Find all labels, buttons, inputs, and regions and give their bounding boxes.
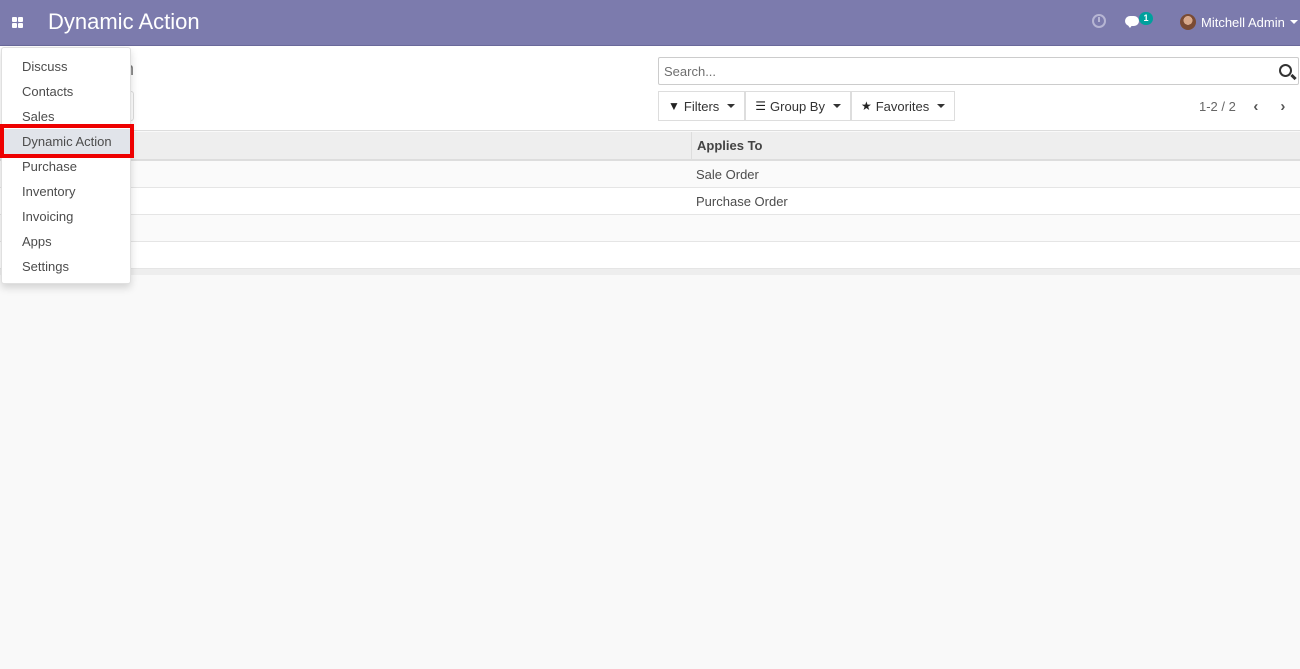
table-row xyxy=(0,242,1300,269)
table-row xyxy=(0,215,1300,242)
caret-down-icon xyxy=(727,104,736,108)
clock-icon[interactable] xyxy=(1092,14,1106,28)
chat-icon[interactable] xyxy=(1125,16,1139,28)
star-icon: ★ xyxy=(860,99,872,113)
search-icon[interactable] xyxy=(1279,64,1292,77)
applies-to-cell: Purchase Order xyxy=(696,194,788,209)
filters-button[interactable]: ▼ Filters xyxy=(658,91,746,121)
caret-down-icon xyxy=(832,104,841,108)
menu-item-inventory[interactable]: Inventory xyxy=(2,179,130,204)
column-header-applies-to[interactable]: Applies To xyxy=(697,132,762,160)
search-input[interactable] xyxy=(659,58,1259,84)
pager: 1-2 / 2 ‹ › xyxy=(1199,98,1290,115)
caret-down-icon xyxy=(937,104,946,108)
apps-grid-icon xyxy=(11,16,23,28)
chevron-down-icon xyxy=(1290,20,1298,24)
favorites-button[interactable]: ★ Favorites xyxy=(850,91,956,121)
filter-icon: ▼ xyxy=(668,99,680,113)
table-footer xyxy=(0,269,1300,275)
applies-to-cell: Sale Order xyxy=(696,167,759,182)
column-divider xyxy=(691,132,692,160)
menu-item-dynamic-action[interactable]: Dynamic Action xyxy=(2,129,130,154)
apps-dropdown-menu: Discuss Contacts Sales Dynamic Action Pu… xyxy=(1,47,131,284)
apps-menu-toggle[interactable] xyxy=(5,8,29,36)
menu-item-invoicing[interactable]: Invoicing xyxy=(2,204,130,229)
filters-label: Filters xyxy=(683,98,720,114)
menu-item-apps[interactable]: Apps xyxy=(2,229,130,254)
list-icon: ☰ xyxy=(755,99,767,113)
chevron-right-icon[interactable]: › xyxy=(1276,98,1290,115)
chevron-left-icon[interactable]: ‹ xyxy=(1249,98,1263,115)
user-menu[interactable]: Mitchell Admin xyxy=(1201,15,1285,30)
pager-value[interactable]: 1-2 / 2 xyxy=(1199,99,1236,114)
avatar[interactable] xyxy=(1180,14,1196,30)
table-body: Sale Order Purchase Order xyxy=(0,161,1300,269)
menu-item-purchase[interactable]: Purchase xyxy=(2,154,130,179)
table-row[interactable]: Sale Order xyxy=(0,161,1300,188)
control-panel: n ▼ Filters ☰ Group By ★ Favorites 1-2 /… xyxy=(0,46,1300,131)
top-navbar: Dynamic Action 1 Mitchell Admin xyxy=(0,0,1300,46)
messages-badge: 1 xyxy=(1139,12,1153,25)
search-box xyxy=(658,57,1299,85)
menu-item-settings[interactable]: Settings xyxy=(2,254,130,279)
menu-item-contacts[interactable]: Contacts xyxy=(2,79,130,104)
table-header: Applies To xyxy=(0,132,1300,161)
group-by-button[interactable]: ☰ Group By xyxy=(745,91,851,121)
favorites-label: Favorites xyxy=(875,98,930,114)
list-table: Applies To Sale Order Purchase Order xyxy=(0,132,1300,275)
table-row[interactable]: Purchase Order xyxy=(0,188,1300,215)
group-by-label: Group By xyxy=(770,98,825,114)
menu-item-sales[interactable]: Sales xyxy=(2,104,130,129)
menu-item-discuss[interactable]: Discuss xyxy=(2,54,130,79)
app-title: Dynamic Action xyxy=(48,9,200,34)
